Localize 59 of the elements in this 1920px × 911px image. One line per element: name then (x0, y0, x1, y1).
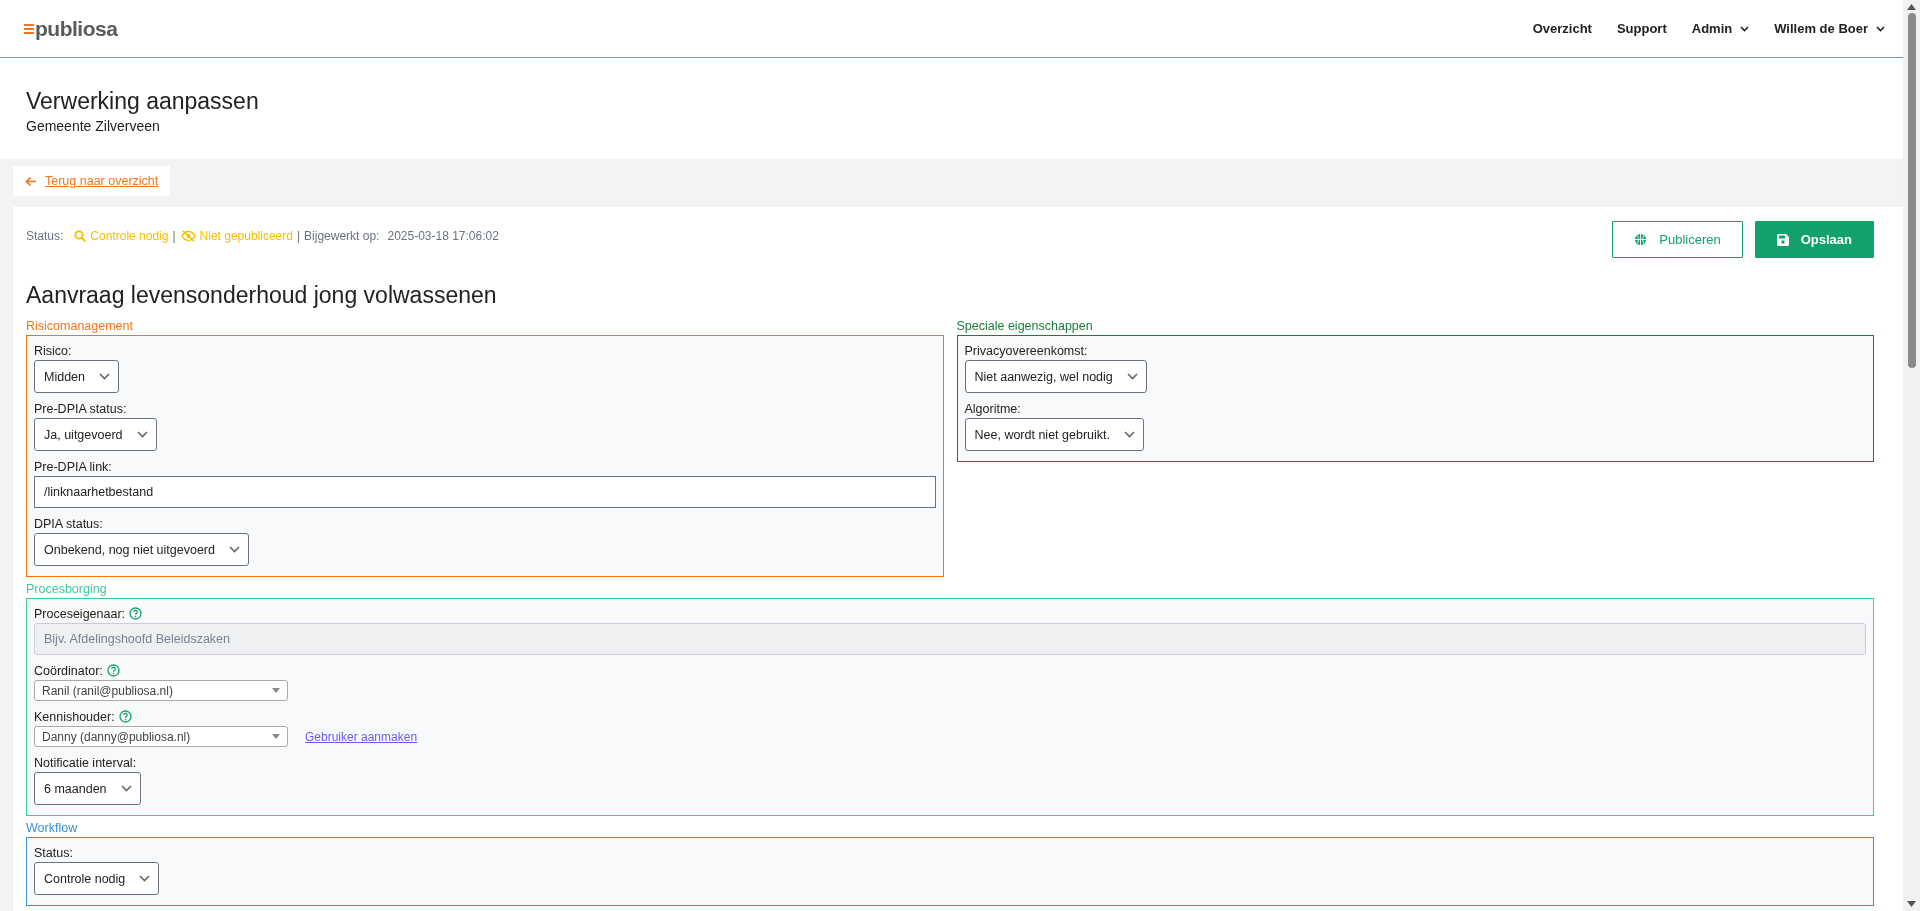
chevron-down-icon (99, 373, 110, 380)
status-label: Status: (26, 229, 64, 243)
search-icon (74, 230, 87, 242)
separator-text: | (296, 229, 301, 243)
field-label: DPIA status: (34, 516, 103, 531)
review-status: Controle nodig (90, 229, 169, 243)
select-dropdown[interactable]: Niet aanwezig, wel nodig (964, 360, 1147, 393)
nav-link[interactable]: Support (1616, 21, 1667, 36)
field-label: Coördinator: (34, 663, 103, 678)
arrow-left-icon (25, 175, 37, 187)
page-title: Verwerking aanpassen (26, 88, 260, 115)
select-dropdown[interactable]: Nee, wordt niet gebruikt. (964, 418, 1144, 451)
logo-text[interactable]: publiosa (35, 16, 118, 41)
nav-link[interactable]: Willem de Boer (1774, 21, 1885, 36)
field-label: Algoritme: (964, 401, 1021, 416)
select-dropdown[interactable]: Controle nodig (34, 862, 160, 895)
nav-link[interactable]: Overzicht (1532, 21, 1592, 36)
field-label: Kennishouder: (34, 709, 115, 724)
field-label: Status: (34, 845, 73, 860)
updated-label: Bijgewerkt op: (304, 229, 380, 243)
caret-down-icon (272, 734, 280, 739)
menu-bars-icon (24, 22, 34, 35)
section-title: Procesborging (26, 582, 108, 596)
input-field[interactable]: /linknaarhetbestand (34, 476, 936, 508)
chevron-down-icon (1124, 431, 1135, 438)
combo-select[interactable]: Danny (danny@publiosa.nl) (34, 726, 288, 747)
chevron-down-icon (139, 875, 151, 882)
page-subtitle: Gemeente Zilverveen (26, 118, 161, 134)
help-icon[interactable] (118, 710, 132, 723)
updated-timestamp: 2025-03-18 17:06:02 (387, 229, 499, 243)
chevron-down-icon (1126, 373, 1138, 380)
globe-icon (1634, 233, 1648, 246)
section-title: Speciale eigenschappen (956, 319, 1094, 333)
select-dropdown[interactable]: Onbekend, nog niet uitgevoerd (34, 533, 249, 566)
nav-link[interactable]: Admin (1691, 21, 1750, 36)
select-dropdown[interactable]: Ja, uitgevoerd (34, 418, 157, 451)
save-icon (1776, 233, 1789, 246)
field-label: Notificatie interval: (34, 755, 137, 770)
field-label: Pre-DPIA link: (34, 459, 112, 474)
record-title: Aanvraag levensonderhoud jong volwassenen (26, 282, 498, 309)
eye-slash-icon (180, 230, 196, 242)
publication-status: Niet gepubliceerd (199, 229, 293, 243)
section-title: Workflow (26, 821, 79, 835)
field-label: Privacyovereenkomst: (964, 343, 1088, 358)
scrollbar-drawing[interactable] (1903, 0, 1920, 911)
select-dropdown[interactable]: Midden (34, 360, 119, 393)
field-label: Proceseigenaar: (34, 606, 126, 621)
chevron-down-icon (228, 546, 240, 553)
help-icon[interactable] (106, 664, 120, 677)
field-label: Risico: (34, 343, 72, 358)
combo-select[interactable]: Ranil (ranil@publiosa.nl) (34, 680, 288, 701)
section-title: Risicomanagement (26, 319, 134, 333)
chevron-down-icon (136, 431, 148, 438)
caret-down-icon (272, 688, 280, 693)
select-dropdown[interactable]: 6 maanden (34, 772, 141, 805)
create-user-link[interactable]: Gebruiker aanmaken (305, 729, 418, 744)
separator-text: | (172, 229, 176, 243)
field-label: Pre-DPIA status: (34, 401, 127, 416)
chevron-down-icon (120, 785, 132, 792)
